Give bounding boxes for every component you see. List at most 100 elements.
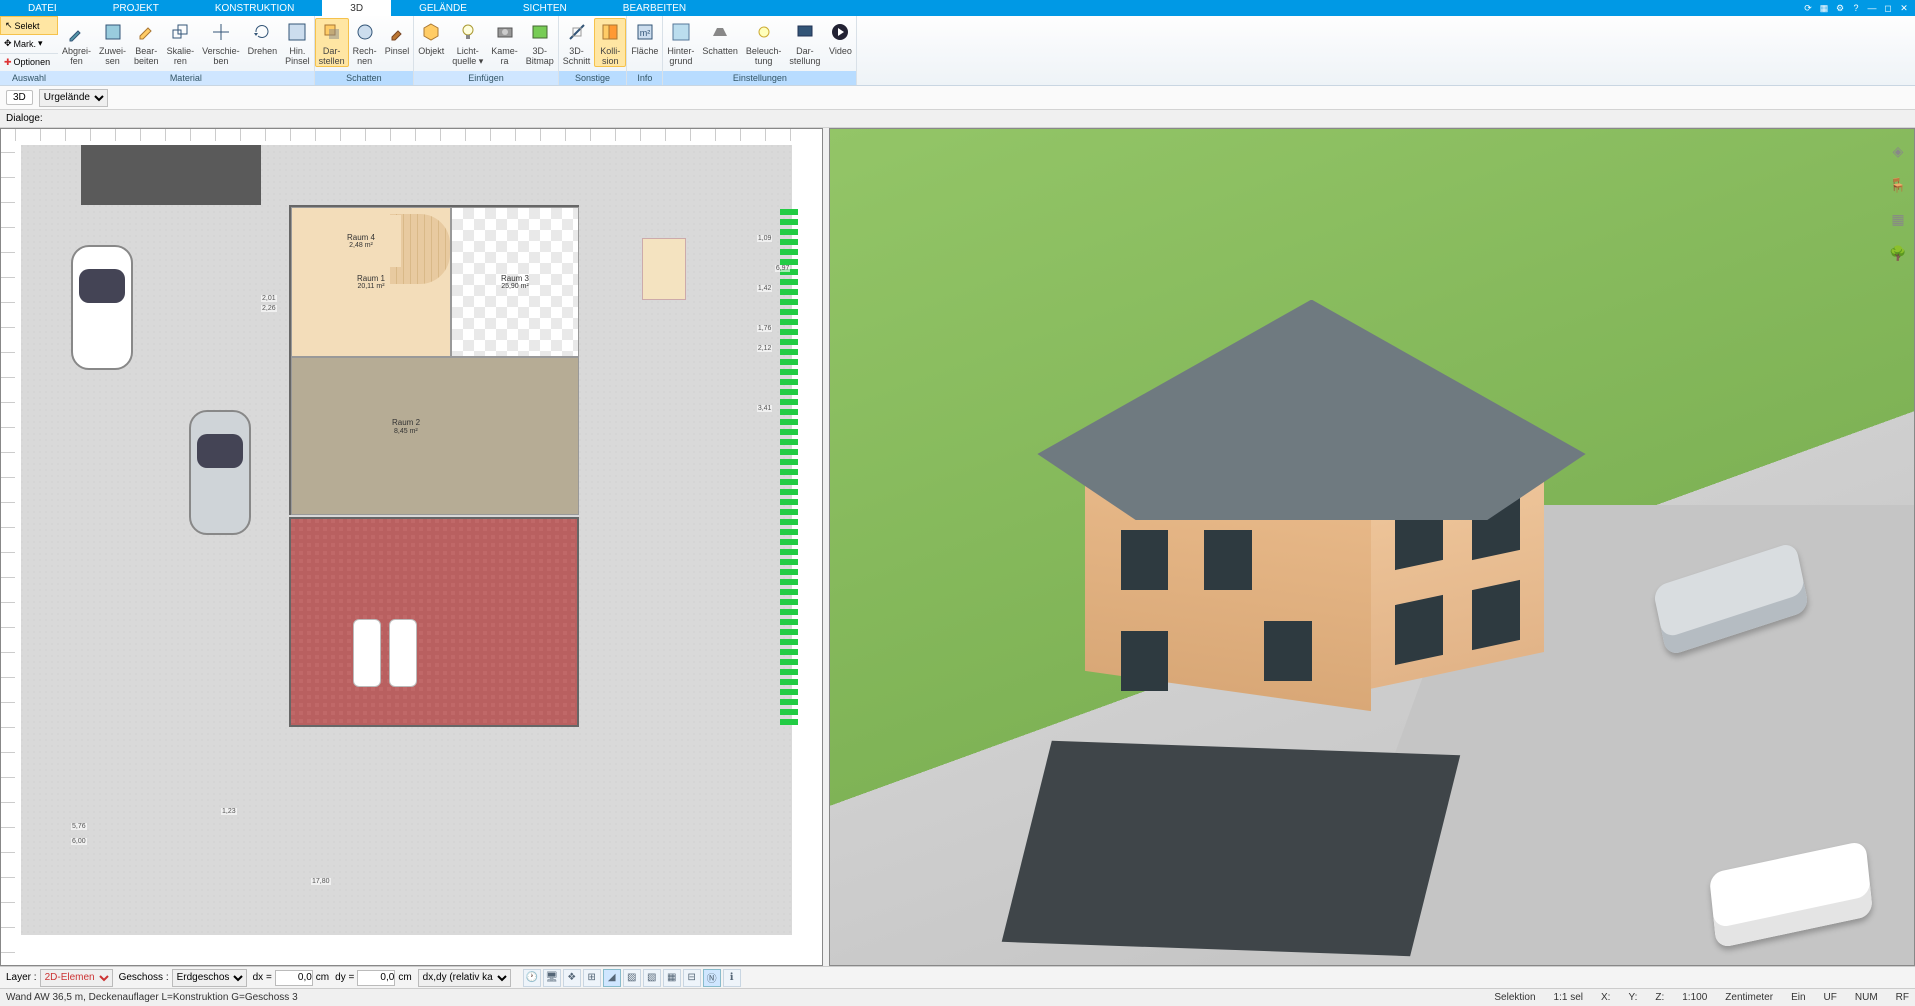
window-3d <box>1121 530 1169 590</box>
darstellung-button[interactable]: Dar-stellung <box>785 18 824 66</box>
group-material-label: Material <box>58 71 314 85</box>
tab-sichten[interactable]: SICHTEN <box>495 0 595 16</box>
side-tools: ◈ 🪑 ▦ 🌳 <box>1887 140 1911 264</box>
terrace <box>289 517 579 727</box>
room-3: Raum 3 25,90 m² <box>451 207 579 357</box>
status-selektion: Selektion <box>1494 992 1535 1003</box>
skalieren-button[interactable]: Skalie-ren <box>163 18 199 66</box>
clock-icon[interactable]: 🕐 <box>523 969 541 987</box>
play-icon <box>828 20 852 44</box>
layers-icon[interactable]: ◈ <box>1887 140 1909 162</box>
display-icon <box>793 20 817 44</box>
grid-icon[interactable]: ▦ <box>1817 2 1831 14</box>
status-y: Y: <box>1628 992 1637 1003</box>
mode-3d-pill[interactable]: 3D <box>6 90 33 105</box>
rechnen-button[interactable]: Rech-nen <box>349 18 381 66</box>
hin-pinsel-button[interactable]: Hin.Pinsel <box>281 18 314 66</box>
group-info: m²Fläche Info <box>627 16 663 85</box>
status-x: X: <box>1601 992 1610 1003</box>
tab-projekt[interactable]: PROJEKT <box>85 0 187 16</box>
lounger-1 <box>353 619 381 687</box>
main-menu: DATEI PROJEKT KONSTRUKTION 3D GELÄNDE SI… <box>0 0 1915 16</box>
close-icon[interactable]: ✕ <box>1897 2 1911 14</box>
room-1-name: Raum 1 <box>357 274 385 283</box>
zuweisen-button[interactable]: Zuwei-sen <box>95 18 130 66</box>
3d-bitmap-button[interactable]: 3D-Bitmap <box>522 18 558 66</box>
group-schatten-label: Schatten <box>315 71 414 85</box>
tab-konstruktion[interactable]: KONSTRUKTION <box>187 0 322 16</box>
verschieben-button[interactable]: Verschie-ben <box>198 18 244 66</box>
kollision-button[interactable]: Kolli-sion <box>594 18 626 67</box>
lichtquelle-button[interactable]: Licht-quelle ▾ <box>448 18 487 66</box>
status-unit: Zentimeter <box>1725 992 1773 1003</box>
kamera-button[interactable]: Kame-ra <box>487 18 522 66</box>
tab-bearbeiten[interactable]: BEARBEITEN <box>595 0 714 16</box>
objekt-button[interactable]: Objekt <box>414 18 448 56</box>
beleuchtung-button[interactable]: Beleuch-tung <box>742 18 786 66</box>
cm-label: cm <box>316 972 329 983</box>
abgreifen-button[interactable]: Abgrei-fen <box>58 18 95 66</box>
selekt-button[interactable]: ↖ Selekt <box>0 16 58 35</box>
minimize-icon[interactable]: — <box>1865 2 1879 14</box>
info-icon[interactable]: ℹ <box>723 969 741 987</box>
geschoss-dropdown[interactable]: Erdgeschos <box>172 969 247 987</box>
pinsel-button[interactable]: Pinsel <box>381 18 414 56</box>
coord-mode-dropdown[interactable]: dx,dy (relativ ka <box>418 969 511 987</box>
group-sonstige: 3D-Schnitt Kolli-sion Sonstige <box>559 16 628 85</box>
garage-3d <box>1002 740 1460 955</box>
status-ein: Ein <box>1791 992 1805 1003</box>
layers2-icon[interactable]: ❖ <box>563 969 581 987</box>
dx-input[interactable] <box>275 970 313 986</box>
maximize-icon[interactable]: ◻ <box>1881 2 1895 14</box>
grid2-icon[interactable]: ▦ <box>663 969 681 987</box>
area-icon: m² <box>633 20 657 44</box>
3d-view-pane[interactable] <box>829 128 1915 966</box>
dy-input[interactable] <box>357 970 395 986</box>
dim-2-01: 2,01 <box>261 295 277 302</box>
north-icon[interactable]: Ⓝ <box>703 969 721 987</box>
tab-gelaende[interactable]: GELÄNDE <box>391 0 495 16</box>
hatch2-icon[interactable]: ▧ <box>643 969 661 987</box>
mark-icon: ✥ <box>4 38 12 49</box>
schatten-settings-button[interactable]: Schatten <box>698 18 742 56</box>
room-4: Raum 4 2,48 m² <box>321 215 401 267</box>
optionen-button[interactable]: ✚ Optionen <box>0 54 58 71</box>
hatch-icon[interactable]: ▨ <box>623 969 641 987</box>
bearbeiten-button[interactable]: Bear-beiten <box>130 18 163 66</box>
edit-icon <box>134 20 158 44</box>
house-3d <box>1025 279 1621 781</box>
drehen-button[interactable]: Drehen <box>244 18 282 56</box>
mark-button[interactable]: ✥ Mark. ▾ <box>0 35 58 53</box>
snap-icon[interactable]: ⊞ <box>583 969 601 987</box>
group-info-label: Info <box>627 71 662 85</box>
help-icon[interactable]: ? <box>1849 2 1863 14</box>
2d-plan-pane[interactable]: Raum 1 20,11 m² Raum 4 2,48 m² Raum 3 25… <box>0 128 823 966</box>
hintergrund-button[interactable]: Hinter-grund <box>663 18 698 66</box>
furniture-icon[interactable]: 🪑 <box>1887 174 1909 196</box>
ruler-vertical <box>1 141 15 953</box>
monitor-icon[interactable]: 🖥 <box>543 969 561 987</box>
tab-datei[interactable]: DATEI <box>0 0 85 16</box>
sync-icon[interactable]: ⟳ <box>1801 2 1815 14</box>
tab-3d[interactable]: 3D <box>322 0 391 16</box>
scale-icon <box>168 20 192 44</box>
cells-icon[interactable]: ⊟ <box>683 969 701 987</box>
status-uf: UF <box>1824 992 1837 1003</box>
flaeche-button[interactable]: m²Fläche <box>627 18 662 56</box>
garage-roof <box>81 145 261 205</box>
ortho-icon[interactable]: ◢ <box>603 969 621 987</box>
tree-icon[interactable]: 🌳 <box>1887 242 1909 264</box>
settings-icon[interactable]: ⚙ <box>1833 2 1847 14</box>
status-rf: RF <box>1896 992 1909 1003</box>
layer-dropdown[interactable]: 2D-Elemen <box>40 969 113 987</box>
dim-5-76: 5,76 <box>71 823 87 830</box>
darstellen-button[interactable]: Dar-stellen <box>315 18 349 67</box>
shadow-show-icon <box>320 20 344 44</box>
layer-select[interactable]: Urgelände <box>39 89 108 107</box>
palette-icon[interactable]: ▦ <box>1887 208 1909 230</box>
video-button[interactable]: Video <box>824 18 856 56</box>
view-options: 🕐 🖥 ❖ ⊞ ◢ ▨ ▧ ▦ ⊟ Ⓝ ℹ <box>523 969 741 987</box>
3d-schnitt-button[interactable]: 3D-Schnitt <box>559 18 595 66</box>
roof-3d <box>1037 300 1585 521</box>
car-grey <box>189 410 251 535</box>
